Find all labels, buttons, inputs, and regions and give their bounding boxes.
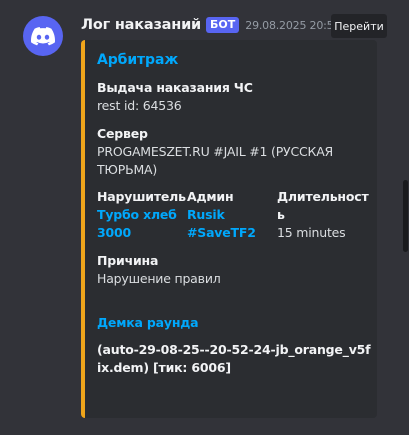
message-timestamp: 29.08.2025 20:53 <box>245 18 341 32</box>
message: Лог наказаний БОТ 29.08.2025 20:53 Перей… <box>0 0 409 435</box>
field-server: Сервер PROGAMESZET.RU #JAIL #1 (РУССКАЯ … <box>97 125 371 179</box>
embed: Арбитраж Выдача наказания ЧС rest id: 64… <box>81 40 377 418</box>
field-admin: Админ Rusik #SaveTF2 <box>187 188 277 242</box>
discord-logo-icon <box>31 26 55 45</box>
violator-link[interactable]: Турбо хлеб 3000 <box>97 206 187 242</box>
admin-link[interactable]: Rusik #SaveTF2 <box>187 206 277 242</box>
field-name: Сервер <box>97 126 148 141</box>
field-name: Админ <box>187 189 234 204</box>
message-header: Лог наказаний БОТ 29.08.2025 20:53 <box>81 15 340 35</box>
author-name[interactable]: Лог наказаний <box>81 17 201 33</box>
field-value: rest id: 64536 <box>97 98 182 113</box>
inline-fields-row: Нарушитель Турбо хлеб 3000 Админ Rusik #… <box>97 188 371 242</box>
field-value: 15 minutes <box>277 225 346 240</box>
bot-badge: БОТ <box>206 17 240 33</box>
field-duration: Длительность 15 minutes <box>277 188 371 242</box>
jump-button[interactable]: Перейти <box>331 14 387 38</box>
field-reason: Причина Нарушение правил <box>97 252 371 288</box>
field-name: Нарушитель <box>97 189 186 204</box>
demo-file: (auto-29-08-25--20-52-24-jb_orange_v5fix… <box>97 342 371 375</box>
field-ban-issue: Выдача наказания ЧС rest id: 64536 <box>97 79 371 115</box>
field-name: Причина <box>97 253 159 268</box>
field-name: Длительность <box>277 189 369 222</box>
field-violator: Нарушитель Турбо хлеб 3000 <box>97 188 187 242</box>
bot-avatar[interactable] <box>23 16 63 56</box>
embed-content: Арбитраж Выдача наказания ЧС rest id: 64… <box>97 51 371 377</box>
embed-title: Арбитраж <box>97 52 179 68</box>
field-value: Нарушение правил <box>97 271 221 286</box>
field-value: PROGAMESZET.RU #JAIL #1 (РУССКАЯ ТЮРЬМА) <box>97 144 334 177</box>
field-name: Выдача наказания ЧС <box>97 80 253 95</box>
scrollbar-thumb[interactable] <box>403 180 408 252</box>
demo-title-link[interactable]: Демка раунда <box>97 314 371 332</box>
